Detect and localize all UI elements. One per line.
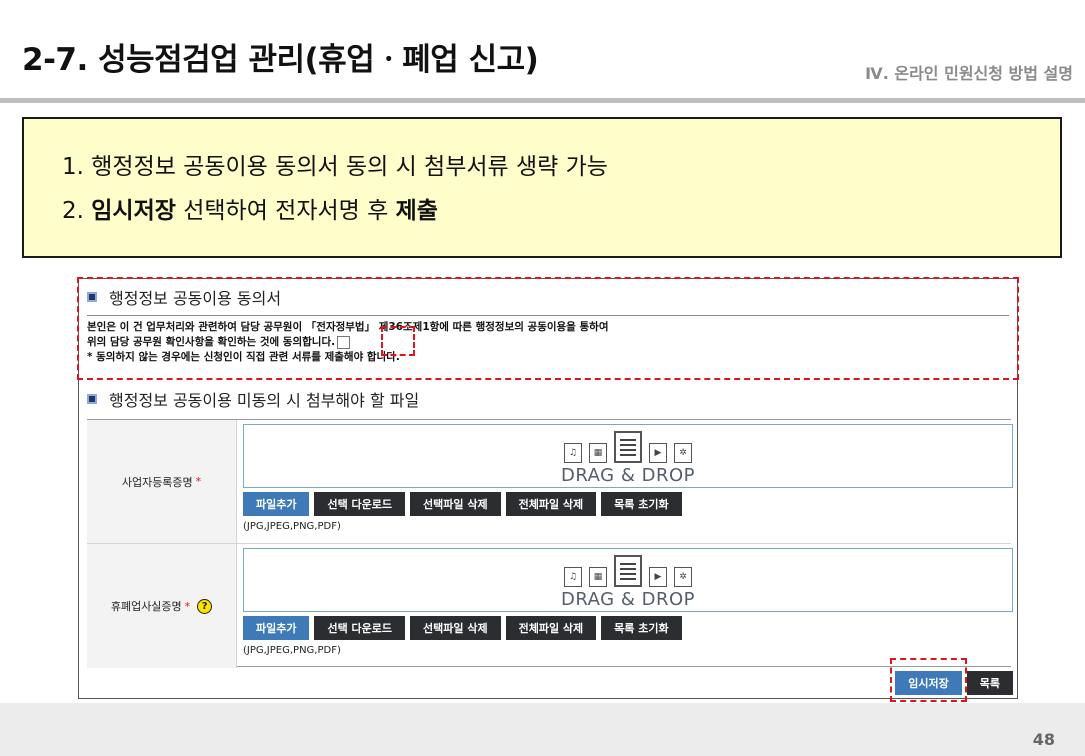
music-file-icon: ♫ xyxy=(564,443,582,463)
music-file-icon: ♫ xyxy=(564,567,582,587)
consent-section-highlight xyxy=(77,277,1019,380)
file-drop-zone[interactable]: ♫ ▦ ▶ ✲ DRAG & DROP xyxy=(243,548,1013,612)
video-file-icon: ▶ xyxy=(649,567,667,587)
file-type-icons: ♫ ▦ ▶ ✲ xyxy=(244,555,1012,587)
document-file-icon xyxy=(614,431,642,463)
settings-file-icon: ✲ xyxy=(674,443,692,463)
page-number: 48 xyxy=(1032,730,1055,749)
attachment-label: 휴폐업사실증명 *? xyxy=(87,544,237,668)
temp-save-highlight xyxy=(890,658,967,702)
attachment-row-business-registration: 사업자등록증명 * ♫ ▦ ▶ ✲ DRAG & DROP 파일추가 선택 다운로… xyxy=(87,420,1013,544)
drag-drop-label: DRAG & DROP xyxy=(561,465,695,486)
instruction-box: 1. 행정정보 공동이용 동의서 동의 시 첨부서류 생략 가능 2. 임시저장… xyxy=(22,117,1062,258)
section-bullet-icon xyxy=(87,394,97,404)
allowed-extensions: (JPG,JPEG,PNG,PDF) xyxy=(243,521,341,532)
settings-file-icon: ✲ xyxy=(674,567,692,587)
instruction-submit: 제출 xyxy=(395,198,438,224)
allowed-extensions: (JPG,JPEG,PNG,PDF) xyxy=(243,645,341,656)
help-icon[interactable]: ? xyxy=(197,598,213,614)
reset-list-button[interactable]: 목록 초기화 xyxy=(601,492,682,516)
image-file-icon: ▦ xyxy=(589,567,607,587)
instruction-temp-save: 임시저장 xyxy=(91,198,176,224)
required-mark: * xyxy=(195,475,202,488)
delete-selected-button[interactable]: 선택파일 삭제 xyxy=(410,492,501,516)
document-file-icon xyxy=(614,555,642,587)
attachment-label-text: 휴폐업사실증명 xyxy=(110,600,182,613)
download-selected-button[interactable]: 선택 다운로드 xyxy=(314,616,406,640)
instruction-mid: 선택하여 전자서명 후 xyxy=(175,198,396,224)
file-type-icons: ♫ ▦ ▶ ✲ xyxy=(244,431,1012,463)
delete-all-button[interactable]: 전체파일 삭제 xyxy=(505,616,597,640)
file-button-row: 파일추가 선택 다운로드 선택파일 삭제 전체파일 삭제 목록 초기화 xyxy=(243,616,682,640)
slide-title: 2-7. 성능점검업 관리(휴업ㆍ폐업 신고) xyxy=(22,42,539,78)
required-mark: * xyxy=(184,599,191,613)
instruction-line-2: 2. 임시저장 선택하여 전자서명 후 제출 xyxy=(62,189,1060,233)
slide-footer: 48 xyxy=(0,703,1085,756)
file-button-row: 파일추가 선택 다운로드 선택파일 삭제 전체파일 삭제 목록 초기화 xyxy=(243,492,682,516)
reset-list-button[interactable]: 목록 초기화 xyxy=(601,616,682,640)
add-file-button[interactable]: 파일추가 xyxy=(243,492,310,516)
instruction-prefix: 2. xyxy=(62,198,92,224)
add-file-button[interactable]: 파일추가 xyxy=(243,616,310,640)
video-file-icon: ▶ xyxy=(649,443,667,463)
image-file-icon: ▦ xyxy=(589,443,607,463)
attachment-table: 사업자등록증명 * ♫ ▦ ▶ ✲ DRAG & DROP 파일추가 선택 다운로… xyxy=(87,419,1013,668)
header-divider xyxy=(0,98,1085,103)
attachment-label: 사업자등록증명 * xyxy=(87,420,237,543)
delete-selected-button[interactable]: 선택파일 삭제 xyxy=(410,616,501,640)
section-label: Ⅳ. 온라인 민원신청 방법 설명 xyxy=(865,64,1073,83)
instruction-line-1: 1. 행정정보 공동이용 동의서 동의 시 첨부서류 생략 가능 xyxy=(62,154,608,180)
drag-drop-label: DRAG & DROP xyxy=(561,589,695,610)
consent-checkbox-highlight xyxy=(381,326,415,356)
attachments-section-heading: 행정정보 공동이용 미동의 시 첨부해야 할 파일 xyxy=(87,387,419,411)
attachment-row-closure-certificate: 휴폐업사실증명 *? ♫ ▦ ▶ ✲ DRAG & DROP 파일추가 선택 다운… xyxy=(87,544,1013,668)
download-selected-button[interactable]: 선택 다운로드 xyxy=(314,492,406,516)
file-drop-zone[interactable]: ♫ ▦ ▶ ✲ DRAG & DROP xyxy=(243,424,1013,488)
attachments-heading-text: 행정정보 공동이용 미동의 시 첨부해야 할 파일 xyxy=(109,391,420,410)
delete-all-button[interactable]: 전체파일 삭제 xyxy=(505,492,597,516)
attachment-label-text: 사업자등록증명 xyxy=(121,475,193,489)
list-button[interactable]: 목록 xyxy=(966,671,1013,695)
